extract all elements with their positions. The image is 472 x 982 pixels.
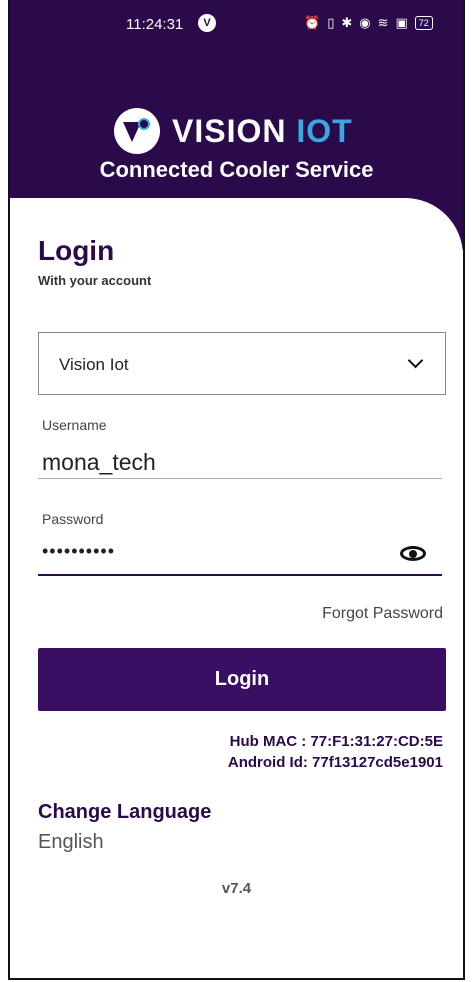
app-version: v7.4 [221,880,252,897]
app-notification-icon: V [198,14,216,32]
username-field[interactable]: mona_tech [42,449,156,476]
logo-iot-text: IOT [296,112,353,149]
username-underline [38,478,442,479]
logo-text: VISION IOT [172,113,353,150]
logo: VISION IOT [114,108,353,154]
language-selector[interactable]: English [38,831,104,854]
password-underline [38,574,442,576]
login-card [10,198,463,978]
bluetooth-icon: ✱ [341,15,353,30]
nfc-icon: ▣ [395,15,408,30]
android-id: Android Id: 77f13127cd5e1901 [227,754,443,771]
vision-logo-icon [114,108,160,154]
account-select-value: Vision Iot [59,355,129,374]
battery-icon: 72 [414,16,433,30]
app-frame: 11:24:31 V ⏰ ▯ ✱ ◉ ≋ ▣ 72 VISION IOT Con… [8,0,465,980]
password-field[interactable]: •••••••••• [42,541,115,562]
logo-vision-text: VISION [172,112,287,149]
change-language-title: Change Language [38,801,212,823]
login-title: Login [38,235,115,266]
login-subtitle: With your account [38,273,152,288]
app-subtitle: Connected Cooler Service [99,157,374,182]
status-time: 11:24:31 [126,16,184,33]
eye-icon[interactable] [400,546,426,561]
account-select[interactable]: Vision Iot [38,332,446,395]
wifi-icon: ≋ [377,15,389,30]
username-label: Username [42,417,107,433]
device-info: Hub MAC : 77:F1:31:27:CD:5E Android Id: … [228,731,443,773]
vibrate-icon: ▯ [327,15,335,30]
status-bar: 11:24:31 V ⏰ ▯ ✱ ◉ ≋ ▣ 72 [10,0,463,48]
password-label: Password [42,511,104,527]
location-icon: ◉ [359,15,371,30]
alarm-icon: ⏰ [304,15,321,30]
status-icons: ⏰ ▯ ✱ ◉ ≋ ▣ 72 [304,14,433,32]
login-button[interactable]: Login [38,648,446,711]
hub-mac: Hub MAC : 77:F1:31:27:CD:5E [229,733,443,750]
chevron-down-icon[interactable] [407,352,424,369]
forgot-password-link[interactable]: Forgot Password [322,605,443,623]
